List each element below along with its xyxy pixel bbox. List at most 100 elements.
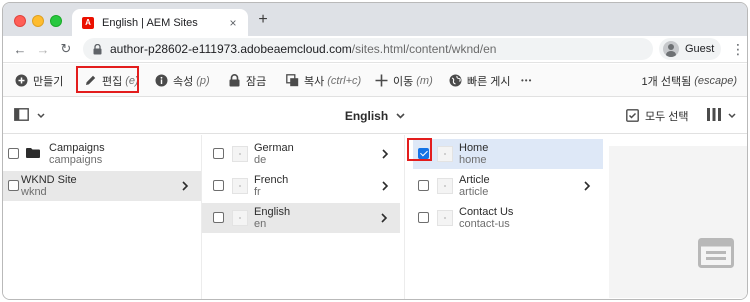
chevron-right-icon — [380, 213, 388, 223]
lock-label: 잠금 — [246, 75, 267, 88]
browser-menu-icon[interactable]: ⋮ — [731, 41, 745, 57]
list-item-english[interactable]: English en — [202, 203, 400, 233]
plus-circle-icon — [14, 74, 28, 88]
view-switcher[interactable] — [707, 108, 736, 124]
page-thumbnail — [437, 146, 453, 162]
item-title: Contact Us — [459, 206, 514, 218]
select-all-label: 모두 선택 — [645, 110, 689, 123]
item-checkbox[interactable] — [8, 180, 19, 191]
properties-label: 속성 — [173, 75, 194, 88]
globe-icon — [448, 74, 462, 88]
page-thumbnail — [437, 178, 453, 194]
chevron-down-icon — [728, 110, 736, 122]
item-labels: Article article — [459, 174, 490, 198]
back-icon[interactable]: ← — [11, 40, 29, 58]
list-item-contact-us[interactable]: Contact Us contact-us — [413, 203, 603, 233]
copy-icon — [285, 74, 299, 88]
url-path: /sites.html/content/wknd/en — [351, 42, 497, 56]
item-checkbox[interactable] — [213, 148, 224, 159]
select-all-button[interactable]: 모두 선택 — [626, 97, 689, 134]
create-label: 만들기 — [33, 75, 64, 88]
item-title: Home — [459, 142, 489, 154]
new-tab-icon[interactable]: + — [255, 12, 271, 28]
create-button[interactable]: 만들기 — [14, 64, 63, 97]
action-bar: 만들기 편집 (e) 속성 (p) 잠금 복사 (ctrl+c) 이동 (m) … — [3, 64, 747, 97]
column-view-icon — [707, 108, 721, 124]
more-actions-icon[interactable]: ••• — [521, 64, 532, 97]
url-host: author-p28602-e111973.adobeaemcloud.com — [110, 42, 352, 56]
item-checkbox-checked[interactable] — [418, 148, 429, 159]
zoom-window-button[interactable] — [50, 15, 62, 27]
url-text: author-p28602-e111973.adobeaemcloud.com/… — [110, 42, 496, 56]
pencil-icon — [83, 74, 97, 88]
page-thumbnail — [437, 210, 453, 226]
properties-shortcut: (p) — [196, 74, 210, 87]
edit-label: 편집 — [102, 75, 123, 88]
item-title: German — [254, 142, 294, 154]
item-labels: WKND Site wknd — [21, 174, 77, 198]
breadcrumb-label: English — [344, 108, 389, 123]
navigation-bar: English 모두 선택 — [3, 97, 747, 134]
item-checkbox[interactable] — [213, 180, 224, 191]
reload-icon[interactable]: ↻ — [57, 40, 75, 58]
item-labels: German de — [254, 142, 294, 166]
edit-button[interactable]: 편집 (e) — [83, 64, 139, 97]
item-name: contact-us — [459, 218, 510, 230]
chevron-down-icon — [396, 112, 405, 119]
move-button[interactable]: 이동 (m) — [374, 64, 433, 97]
lock-icon — [93, 43, 102, 55]
profile-label: Guest — [685, 43, 715, 55]
move-label: 이동 — [393, 75, 414, 88]
item-labels: Campaigns campaigns — [49, 142, 105, 166]
item-checkbox[interactable] — [213, 212, 224, 223]
tab-strip: A English | AEM Sites × + — [3, 3, 747, 36]
page-thumbnail — [232, 178, 248, 194]
item-name: fr — [254, 186, 261, 198]
folder-icon — [26, 148, 40, 158]
browser-tab[interactable]: A English | AEM Sites × — [72, 9, 248, 36]
move-arrows-icon — [374, 74, 388, 88]
item-checkbox[interactable] — [8, 148, 19, 159]
avatar — [663, 41, 679, 57]
copy-shortcut: (ctrl+c) — [327, 74, 362, 87]
lock-button[interactable]: 잠금 — [227, 64, 266, 97]
selected-count-label: 1개 선택됨 — [641, 75, 692, 88]
chevron-right-icon — [381, 181, 389, 191]
info-icon — [154, 74, 168, 88]
page-preview-icon — [698, 238, 734, 268]
selection-indicator[interactable]: 1개 선택됨 (escape) — [642, 64, 737, 97]
list-item-french[interactable]: French fr — [208, 171, 401, 201]
forward-icon[interactable]: → — [34, 40, 52, 58]
chevron-right-icon — [181, 181, 189, 191]
list-item-article[interactable]: Article article — [413, 171, 603, 201]
close-tab-icon[interactable]: × — [226, 16, 240, 30]
preview-panel — [609, 146, 747, 298]
list-item-wknd-site[interactable]: WKND Site wknd — [3, 171, 201, 201]
list-item-german[interactable]: German de — [208, 139, 401, 169]
list-item-campaigns[interactable]: Campaigns campaigns — [3, 139, 201, 169]
item-checkbox[interactable] — [418, 212, 429, 223]
item-title: French — [254, 174, 289, 186]
browser-toolbar: ← → ↻ author-p28602-e111973.adobeaemclou… — [3, 36, 747, 63]
quick-publish-label: 빠른 게시 — [467, 75, 511, 88]
column-divider — [404, 135, 405, 299]
list-item-home[interactable]: Home home — [413, 139, 603, 169]
adobe-favicon-icon: A — [82, 16, 94, 29]
selected-count-shortcut: (escape) — [694, 74, 737, 87]
item-name: wknd — [21, 186, 47, 198]
item-title: WKND Site — [21, 174, 77, 186]
item-labels: Contact Us contact-us — [459, 206, 513, 230]
page-thumbnail — [232, 210, 248, 226]
close-window-button[interactable] — [14, 15, 26, 27]
quick-publish-button[interactable]: 빠른 게시 — [448, 64, 511, 97]
address-bar[interactable]: author-p28602-e111973.adobeaemcloud.com/… — [83, 38, 653, 60]
item-checkbox[interactable] — [418, 180, 429, 191]
properties-button[interactable]: 속성 (p) — [154, 64, 210, 97]
copy-button[interactable]: 복사 (ctrl+c) — [285, 64, 361, 97]
select-all-icon — [626, 109, 639, 122]
browser-window: A English | AEM Sites × + ← → ↻ author-p… — [2, 2, 748, 300]
page-thumbnail — [232, 146, 248, 162]
item-labels: Home home — [459, 142, 488, 166]
profile-button[interactable]: Guest — [659, 38, 721, 60]
minimize-window-button[interactable] — [32, 15, 44, 27]
